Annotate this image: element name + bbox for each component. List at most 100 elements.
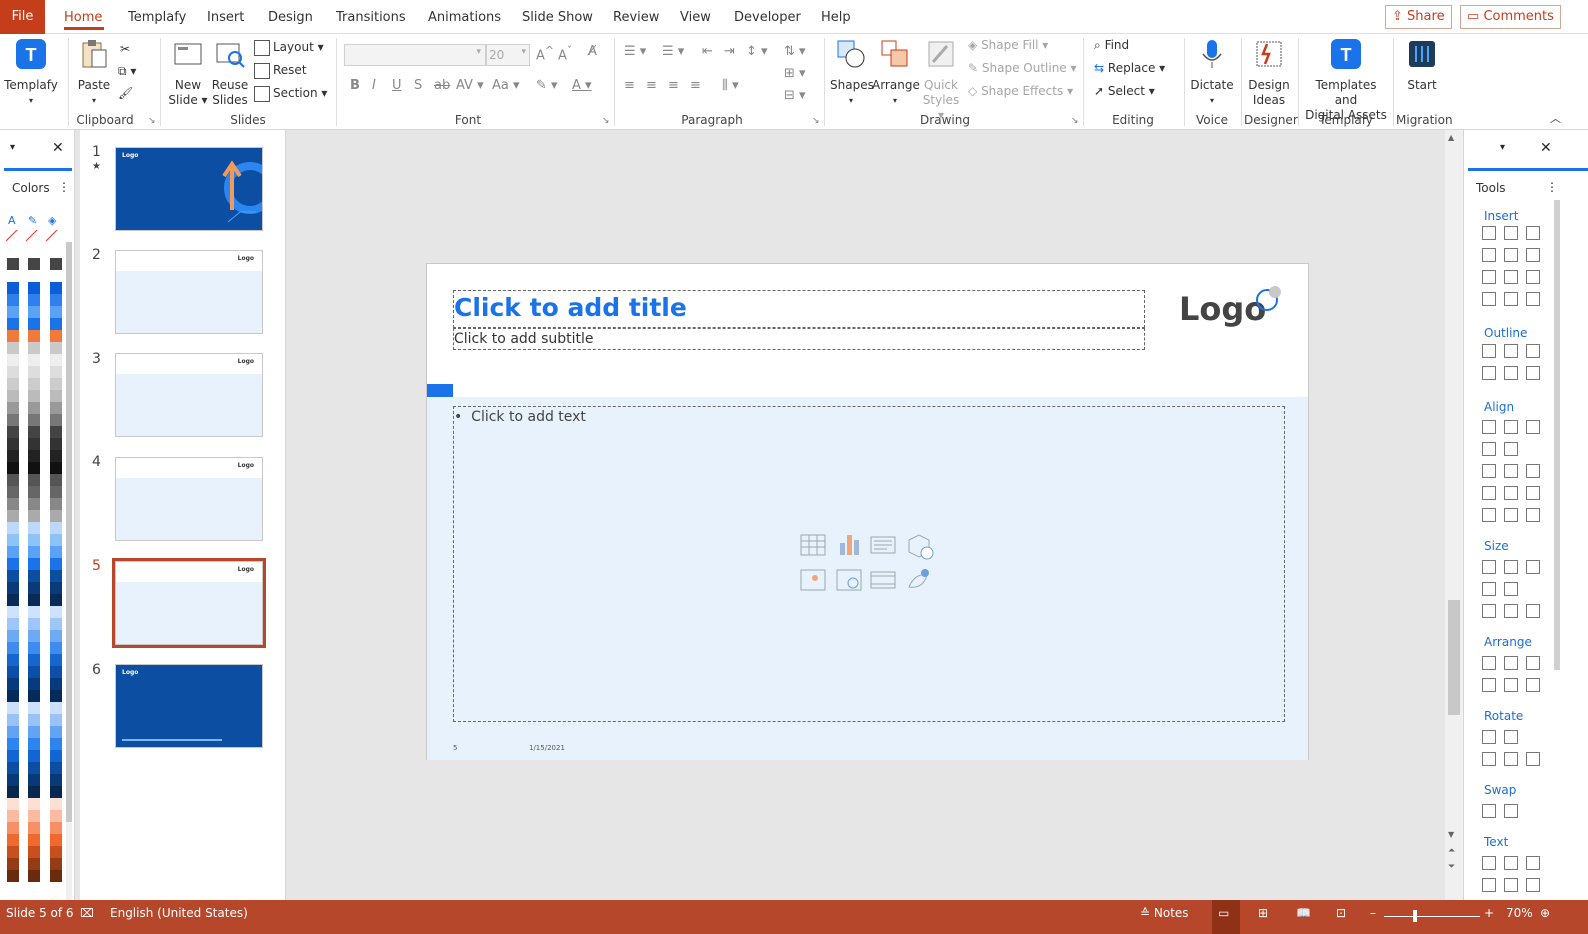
select-button[interactable]: ➚ Select ▾ bbox=[1094, 82, 1155, 100]
copy-icon[interactable]: ⧉ ▾ bbox=[118, 62, 136, 80]
more-options-icon[interactable]: ⋮ bbox=[58, 180, 70, 194]
comments-button[interactable]: ▭ Comments bbox=[1460, 5, 1561, 29]
insert-table-icon[interactable] bbox=[799, 531, 827, 559]
tool-icon[interactable] bbox=[1504, 878, 1518, 892]
insert-icons-icon[interactable] bbox=[905, 567, 935, 595]
color-swatch[interactable] bbox=[7, 390, 19, 402]
dialog-launcher-icon[interactable]: ↘ bbox=[1071, 112, 1079, 130]
tool-icon[interactable] bbox=[1526, 508, 1540, 522]
tool-icon[interactable] bbox=[1504, 560, 1518, 574]
color-swatch[interactable] bbox=[50, 666, 62, 678]
color-swatch[interactable] bbox=[28, 378, 40, 390]
insert-video-icon[interactable] bbox=[869, 567, 899, 595]
color-swatch[interactable] bbox=[28, 714, 40, 726]
color-swatch[interactable] bbox=[28, 594, 40, 606]
tab-help[interactable]: Help bbox=[821, 10, 851, 25]
color-swatch[interactable] bbox=[7, 330, 19, 342]
tool-icon[interactable] bbox=[1504, 270, 1518, 284]
color-swatch[interactable] bbox=[28, 570, 40, 582]
color-swatch[interactable] bbox=[28, 306, 40, 318]
color-swatch[interactable] bbox=[50, 438, 62, 450]
color-swatch[interactable] bbox=[28, 294, 40, 306]
slide-thumbnail-6[interactable]: Logo bbox=[115, 664, 263, 748]
dialog-launcher-icon[interactable]: ↘ bbox=[812, 112, 820, 130]
tool-icon[interactable] bbox=[1504, 292, 1518, 306]
color-swatch[interactable] bbox=[7, 474, 19, 486]
tool-icon[interactable] bbox=[1504, 508, 1518, 522]
tool-icon[interactable] bbox=[1482, 442, 1496, 456]
color-swatch[interactable] bbox=[28, 606, 40, 618]
insert-smartart-icon[interactable] bbox=[869, 531, 897, 559]
color-swatch[interactable] bbox=[50, 558, 62, 570]
color-swatch[interactable] bbox=[50, 690, 62, 702]
font-color-icon[interactable]: A bbox=[8, 214, 16, 227]
color-swatch[interactable] bbox=[50, 318, 62, 330]
tool-icon[interactable] bbox=[1482, 804, 1496, 818]
content-placeholder[interactable]: • Click to add text bbox=[453, 406, 1285, 722]
increase-indent-icon[interactable]: ⇥ bbox=[724, 44, 735, 59]
color-swatch[interactable] bbox=[28, 270, 40, 282]
slide-editor[interactable]: Click to add title Click to add subtitle… bbox=[426, 263, 1309, 760]
shape-fill-button[interactable]: ◈ Shape Fill ▾ bbox=[968, 36, 1048, 54]
fit-slide-icon[interactable]: ⊕ bbox=[1540, 906, 1550, 920]
color-swatch[interactable] bbox=[28, 510, 40, 522]
reading-view-icon[interactable]: 📖 bbox=[1296, 906, 1311, 920]
scrollbar[interactable] bbox=[66, 242, 72, 922]
color-swatch[interactable] bbox=[28, 666, 40, 678]
color-swatch[interactable] bbox=[7, 594, 19, 606]
color-swatch[interactable] bbox=[50, 870, 62, 882]
pane-options-icon[interactable]: ▾ bbox=[10, 142, 15, 153]
reset-button[interactable]: Reset bbox=[254, 61, 307, 79]
tool-icon[interactable] bbox=[1504, 752, 1518, 766]
paste-button[interactable]: Paste ▾ bbox=[76, 38, 112, 108]
shapes-button[interactable]: Shapes ▾ bbox=[830, 38, 874, 108]
color-swatch[interactable] bbox=[28, 258, 40, 270]
tool-icon[interactable] bbox=[1526, 344, 1540, 358]
color-swatch[interactable] bbox=[28, 486, 40, 498]
decrease-indent-icon[interactable]: ⇤ bbox=[702, 44, 713, 59]
color-swatch[interactable] bbox=[28, 750, 40, 762]
zoom-out-icon[interactable]: – bbox=[1370, 906, 1376, 920]
color-swatch[interactable] bbox=[50, 270, 62, 282]
color-swatch[interactable] bbox=[7, 258, 19, 270]
tab-animations[interactable]: Animations bbox=[428, 10, 501, 25]
increase-font-icon[interactable]: A^ bbox=[536, 44, 554, 63]
color-swatch[interactable] bbox=[50, 414, 62, 426]
slide-sorter-icon[interactable]: ⊞ bbox=[1258, 906, 1268, 920]
line-color-icon[interactable]: ✎ bbox=[28, 214, 37, 227]
tool-icon[interactable] bbox=[1482, 344, 1496, 358]
zoom-level[interactable]: 70% bbox=[1506, 906, 1533, 920]
section-button[interactable]: Section ▾ bbox=[254, 84, 327, 102]
tool-icon[interactable] bbox=[1482, 730, 1496, 744]
color-swatch[interactable] bbox=[7, 486, 19, 498]
scrollbar[interactable] bbox=[1554, 200, 1560, 670]
color-swatch[interactable] bbox=[50, 594, 62, 606]
color-swatch[interactable] bbox=[7, 582, 19, 594]
templates-digital-assets-button[interactable]: T Templates and Digital Assets bbox=[1304, 38, 1388, 123]
color-swatch[interactable] bbox=[7, 318, 19, 330]
font-size-combo[interactable]: 20 ▾ bbox=[486, 44, 530, 66]
color-swatch[interactable] bbox=[28, 858, 40, 870]
tool-icon[interactable] bbox=[1526, 878, 1540, 892]
color-swatch[interactable] bbox=[28, 558, 40, 570]
align-right-icon[interactable]: ≡ bbox=[668, 78, 679, 93]
tab-file[interactable]: File bbox=[0, 0, 45, 34]
tool-icon[interactable] bbox=[1482, 560, 1496, 574]
color-swatch[interactable] bbox=[7, 294, 19, 306]
color-swatch[interactable] bbox=[7, 858, 19, 870]
tool-icon[interactable] bbox=[1526, 292, 1540, 306]
color-swatch[interactable] bbox=[28, 618, 40, 630]
shadow-icon[interactable]: S bbox=[414, 78, 422, 93]
tool-icon[interactable] bbox=[1504, 486, 1518, 500]
tool-icon[interactable] bbox=[1504, 678, 1518, 692]
tab-home[interactable]: Home bbox=[64, 10, 102, 25]
color-swatch[interactable] bbox=[50, 822, 62, 834]
arrange-button[interactable]: Arrange ▾ bbox=[872, 38, 920, 108]
quick-styles-button[interactable]: Quick Styles ▾ bbox=[918, 38, 964, 123]
tool-icon[interactable] bbox=[1526, 752, 1540, 766]
tool-icon[interactable] bbox=[1482, 464, 1496, 478]
color-swatch[interactable] bbox=[7, 618, 19, 630]
color-swatch[interactable] bbox=[7, 726, 19, 738]
color-swatch[interactable] bbox=[28, 450, 40, 462]
color-swatch[interactable] bbox=[28, 330, 40, 342]
